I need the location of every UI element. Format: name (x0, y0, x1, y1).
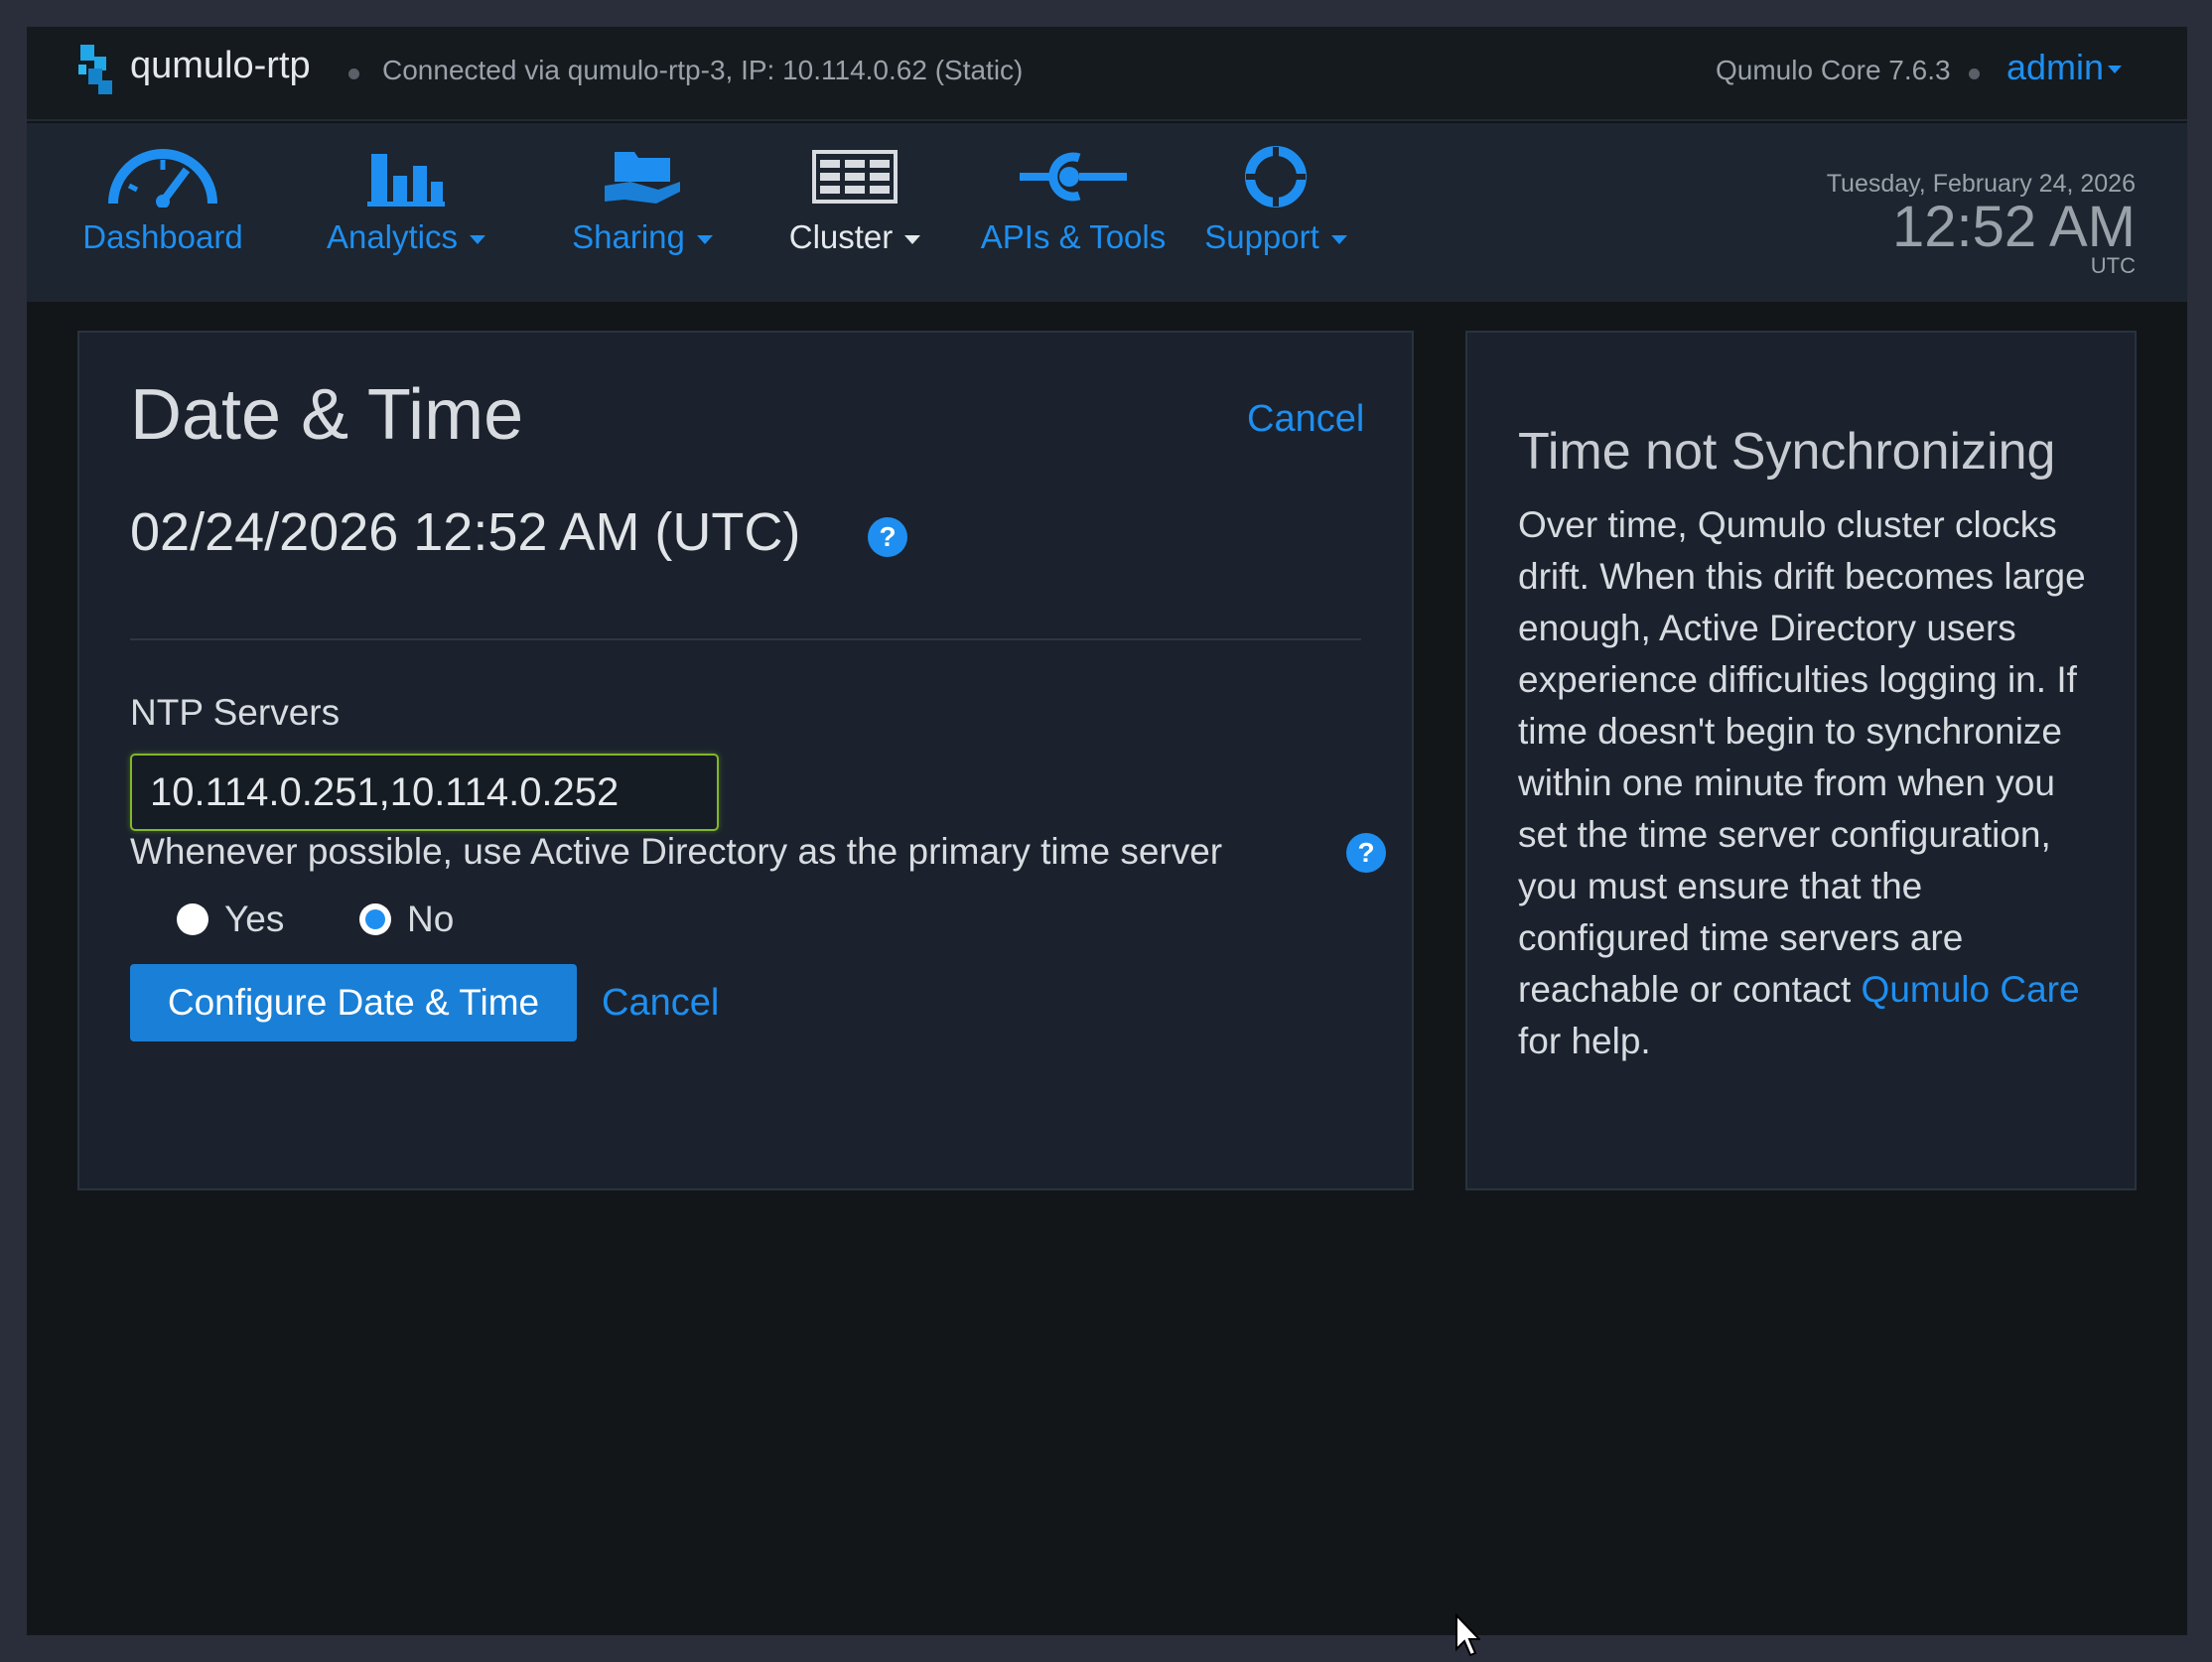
chevron-down-icon (470, 234, 486, 244)
server-rack-icon (795, 145, 914, 208)
chevron-down-icon (696, 234, 713, 244)
main-nav: Dashboard Analytics Sharing Cluster APIs… (27, 123, 2187, 302)
help-side-panel: Time not Synchronizing Over time, Qumulo… (1465, 331, 2137, 1190)
chevron-down-icon (904, 234, 921, 244)
separator-dot (1969, 69, 1980, 79)
top-bar: qumulo-rtp Connected via qumulo-rtp-3, I… (27, 27, 2187, 121)
nav-label-wrap: Support (1204, 218, 1347, 256)
user-menu[interactable]: admin (2006, 47, 2123, 88)
divider (130, 638, 1361, 640)
radio-no-option[interactable]: No (359, 899, 454, 940)
lifebuoy-icon (1216, 145, 1335, 208)
nav-sharing[interactable]: Sharing (543, 123, 742, 302)
folder-hand-icon (583, 145, 702, 208)
qumulo-logo-icon (78, 45, 112, 94)
cluster-name: qumulo-rtp (130, 45, 311, 86)
chevron-down-icon (1330, 234, 1347, 244)
radio-yes[interactable] (177, 903, 208, 935)
nav-label: Sharing (572, 218, 685, 255)
current-datetime: 02/24/2026 12:52 AM (UTC) (130, 502, 801, 562)
speedometer-icon (103, 145, 222, 208)
cancel-link-bottom[interactable]: Cancel (602, 982, 719, 1025)
chevron-down-icon (2108, 66, 2123, 74)
ntp-servers-input[interactable] (130, 754, 719, 831)
nav-apis-tools[interactable]: APIs & Tools (964, 123, 1182, 302)
nav-cluster[interactable]: Cluster (763, 123, 946, 302)
ntp-servers-label: NTP Servers (130, 692, 341, 733)
nav-label: APIs & Tools (980, 218, 1167, 255)
configure-date-time-button[interactable]: Configure Date & Time (130, 964, 577, 1041)
nav-label: Analytics (326, 218, 459, 255)
nav-label: Dashboard (82, 218, 243, 255)
radio-no-label: No (407, 899, 455, 939)
help-icon[interactable]: ? (1346, 833, 1386, 873)
nav-dashboard[interactable]: Dashboard (78, 123, 247, 302)
date-time-panel: Date & Time Cancel 02/24/2026 12:52 AM (… (77, 331, 1414, 1190)
help-icon[interactable]: ? (868, 517, 907, 557)
clock-timezone: UTC (2090, 253, 2136, 278)
radio-yes-label: Yes (224, 899, 285, 939)
page-title: Date & Time (130, 375, 524, 455)
user-name: admin (2006, 47, 2105, 87)
radio-no[interactable] (359, 903, 391, 935)
nav-label: Support (1204, 218, 1319, 255)
side-panel-text: Over time, Qumulo cluster clocks drift. … (1518, 504, 2086, 1010)
mouse-cursor-icon (1455, 1613, 1480, 1657)
api-connector-icon (1014, 145, 1133, 208)
side-panel-body: Over time, Qumulo cluster clocks drift. … (1518, 499, 2104, 1067)
nav-label-wrap: Analytics (326, 218, 486, 256)
version-label: Qumulo Core 7.6.3 (1716, 55, 1951, 85)
radio-yes-option[interactable]: Yes (177, 899, 284, 940)
side-panel-text-end: for help. (1518, 1021, 1651, 1061)
nav-analytics[interactable]: Analytics (315, 123, 497, 302)
bar-chart-icon (346, 145, 466, 208)
clock-time: 12:52 AM (1891, 195, 2136, 259)
cancel-link-top[interactable]: Cancel (1247, 398, 1364, 441)
qumulo-care-link[interactable]: Qumulo Care (1862, 969, 2080, 1010)
ad-time-server-question: Whenever possible, use Active Directory … (130, 831, 1223, 872)
side-panel-title: Time not Synchronizing (1518, 423, 2056, 481)
separator-dot (348, 69, 359, 79)
connection-info: Connected via qumulo-rtp-3, IP: 10.114.0… (382, 55, 1024, 85)
nav-label-wrap: Cluster (789, 218, 921, 256)
app-window: qumulo-rtp Connected via qumulo-rtp-3, I… (27, 27, 2187, 1657)
nav-label: Cluster (788, 218, 894, 255)
nav-support[interactable]: Support (1184, 123, 1367, 302)
nav-label-wrap: Sharing (572, 218, 713, 256)
